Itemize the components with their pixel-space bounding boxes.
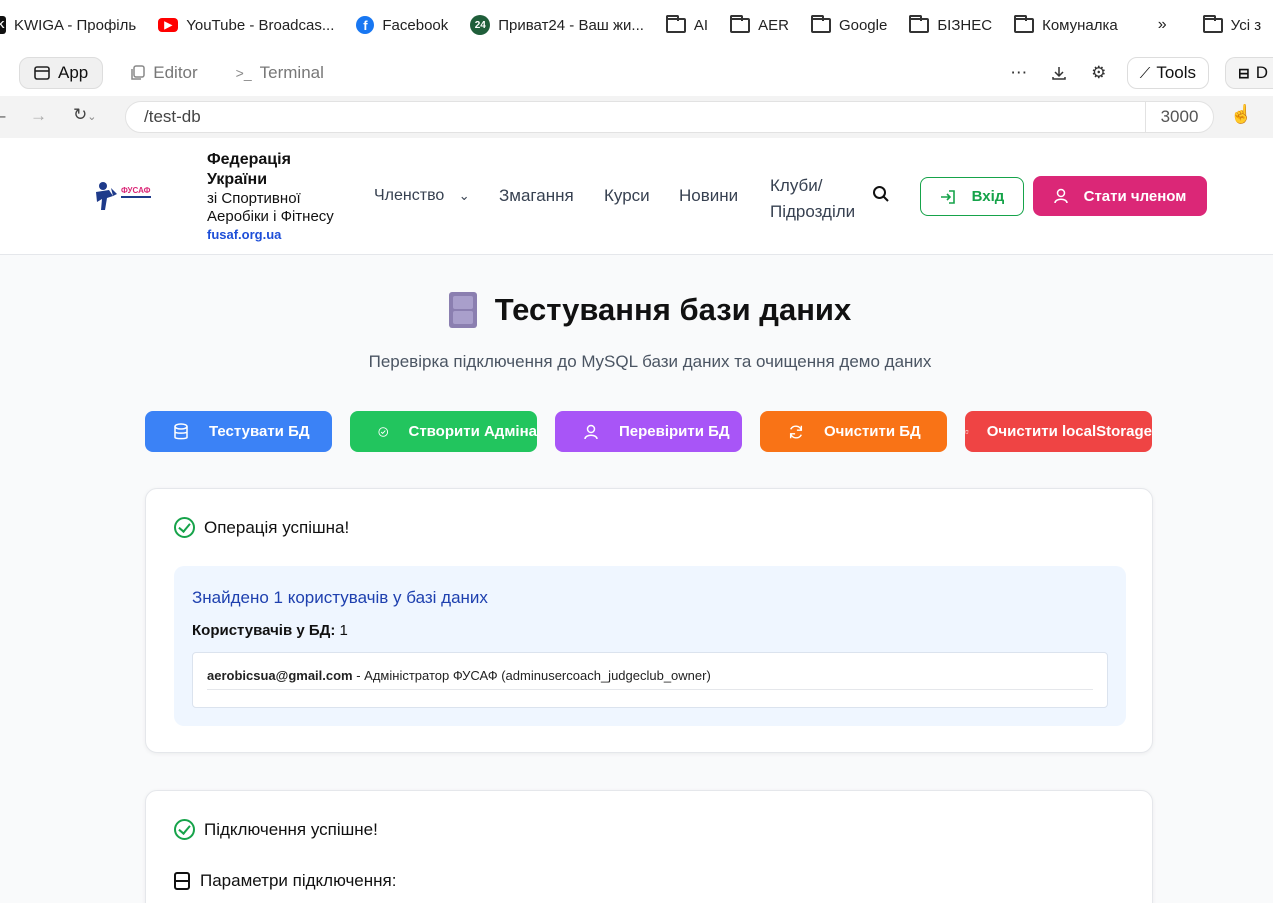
bookmark-facebook[interactable]: f Facebook	[356, 16, 448, 34]
nav-news[interactable]: Новини	[679, 186, 738, 206]
status-connection: Підключення успішне!	[174, 819, 378, 840]
bookmark-folder-ai[interactable]: AI	[665, 14, 708, 34]
hand-cursor-icon[interactable]: ☝	[1230, 104, 1252, 125]
deploy-button[interactable]: ⊟ D	[1225, 57, 1273, 89]
bookmark-privat24[interactable]: 24 Приват24 - Ваш жи...	[470, 15, 644, 35]
login-icon	[940, 189, 955, 204]
bookmarks-more-button[interactable]: »	[1158, 16, 1167, 34]
database-icon	[174, 422, 188, 439]
toolbar-right: ⋯ ⚙ ⟋ Tools ⊟ D	[1007, 50, 1273, 96]
folder-icon	[665, 14, 686, 33]
result-card-operation: Операція успішна! Знайдено 1 користувачі…	[145, 488, 1153, 753]
forward-arrow-icon[interactable]: →	[30, 106, 47, 126]
check-circle-icon	[174, 517, 195, 538]
file-cabinet-icon	[448, 292, 477, 328]
page-subtitle: Перевірка підключення до MySQL бази дани…	[368, 352, 932, 371]
tab-editor[interactable]: Editor	[117, 57, 211, 89]
bookmark-youtube[interactable]: ▶ YouTube - Broadcas...	[158, 17, 334, 34]
bookmark-folder-aer[interactable]: AER	[730, 14, 789, 34]
terminal-icon: >_	[235, 65, 252, 81]
folder-icon	[1014, 14, 1035, 33]
bookmark-all-folder[interactable]: Усі з	[1202, 14, 1261, 34]
trash-icon	[965, 429, 969, 434]
user-icon	[1053, 188, 1068, 204]
bookmark-folder-business[interactable]: БІЗНЕС	[909, 14, 992, 34]
server-icon	[174, 872, 190, 890]
back-arrow-icon[interactable]: –	[0, 106, 5, 126]
nav-membership[interactable]: Членство ⌄	[374, 187, 470, 205]
page-title: Тестування бази даних	[494, 292, 852, 327]
bookmark-kwiga[interactable]: K KWIGA - Профіль	[0, 16, 136, 34]
folder-icon	[1202, 14, 1223, 33]
bookmark-folder-komunalka[interactable]: Комуналка	[1014, 14, 1118, 34]
user-icon	[584, 424, 598, 439]
chevron-down-icon: ⌄	[458, 188, 470, 203]
workspace-toolbar: App Editor >_ Terminal ⋯ ⚙ ⟋ Tools ⊟ D	[0, 50, 1273, 96]
test-db-button[interactable]: Тестувати БД	[145, 411, 332, 452]
site-header: ФУСАФ Федерація України зі Спортивної Ае…	[0, 138, 1273, 255]
refresh-icon	[789, 424, 803, 439]
tab-terminal[interactable]: >_ Terminal	[222, 57, 338, 89]
divider	[207, 689, 1093, 690]
bookmark-folder-google[interactable]: Google	[810, 14, 887, 34]
fusaf-logo[interactable]: ФУСАФ	[93, 180, 155, 212]
url-input[interactable]: /test-db 3000	[125, 101, 1214, 133]
layout-icon: ⊟	[1238, 64, 1250, 81]
check-circle-icon	[378, 426, 389, 437]
page-title-row: Тестування бази даних	[0, 292, 1273, 328]
search-icon[interactable]	[872, 185, 890, 208]
tools-icon: ⟋	[1139, 64, 1151, 82]
nav-clubs[interactable]: Клуби/Підрозділи	[770, 173, 855, 224]
window-icon	[34, 66, 50, 80]
check-db-button[interactable]: Перевірити БД	[555, 411, 742, 452]
tools-button[interactable]: ⟋ Tools	[1126, 57, 1209, 89]
svg-text:ФУСАФ: ФУСАФ	[121, 186, 151, 195]
privat24-icon: 24	[470, 15, 491, 35]
address-bar: – → ↻⌄ /test-db 3000 ☝	[0, 96, 1273, 138]
facebook-icon: f	[356, 16, 375, 34]
folder-icon	[730, 14, 751, 33]
action-buttons: Тестувати БД Створити Адміна Перевірити …	[145, 411, 1153, 452]
nav-courses[interactable]: Курси	[604, 186, 650, 206]
users-found-text: Знайдено 1 користувачів у базі даних	[192, 588, 488, 607]
tab-app[interactable]: App	[19, 57, 104, 89]
reload-icon[interactable]: ↻⌄	[73, 105, 96, 125]
nav-competitions[interactable]: Змагання	[499, 186, 574, 206]
check-circle-icon	[174, 819, 195, 840]
users-info-panel: Знайдено 1 користувачів у базі даних Кор…	[174, 566, 1126, 726]
users-count: Користувачів у БД: 1	[192, 622, 348, 639]
port-field[interactable]: 3000	[1145, 102, 1213, 132]
brand-text[interactable]: Федерація України зі Спортивної Аеробіки…	[207, 150, 334, 243]
status-operation: Операція успішна!	[174, 517, 349, 538]
download-icon[interactable]	[1047, 61, 1071, 85]
clear-db-button[interactable]: Очистити БД	[760, 411, 947, 452]
gear-icon[interactable]: ⚙	[1087, 61, 1111, 85]
user-list: aerobicsua@gmail.com - Адміністратор ФУС…	[192, 652, 1108, 708]
copy-icon	[131, 65, 145, 80]
create-admin-button[interactable]: Створити Адміна	[350, 411, 537, 452]
join-button[interactable]: Стати членом	[1033, 176, 1207, 216]
list-item: aerobicsua@gmail.com - Адміністратор ФУС…	[207, 668, 711, 683]
youtube-icon: ▶	[158, 18, 179, 32]
more-icon[interactable]: ⋯	[1007, 61, 1031, 85]
connection-params-heading: Параметри підключення:	[174, 871, 396, 891]
login-button[interactable]: Вхід	[920, 177, 1024, 216]
folder-icon	[810, 14, 831, 33]
clear-localstorage-button[interactable]: Очистити localStorage	[965, 411, 1152, 452]
kwiga-icon: K	[0, 16, 6, 34]
folder-icon	[909, 14, 930, 33]
result-card-connection: Підключення успішне! Параметри підключен…	[145, 790, 1153, 903]
bookmarks-bar: K KWIGA - Профіль ▶ YouTube - Broadcas..…	[0, 0, 1273, 50]
